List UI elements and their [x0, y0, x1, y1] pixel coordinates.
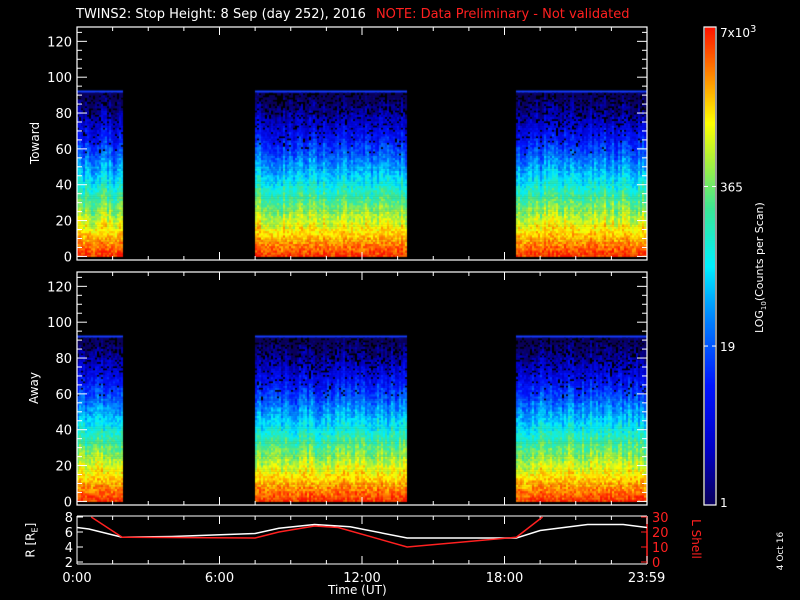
colorbar-tick-label: 365	[720, 180, 743, 194]
lshell-tick-label: 30	[652, 511, 669, 526]
y-tick-label: 80	[55, 352, 72, 367]
y-tick-label: 0	[64, 250, 72, 265]
y-tick-label: 40	[55, 424, 72, 439]
y-tick-label: 40	[55, 179, 72, 194]
axes-layer: 0204060801001200204060801001200:00 6:00 12…	[47, 24, 756, 586]
y-tick-label: 120	[47, 35, 72, 50]
plot-frame-toward	[76, 26, 648, 261]
lshell-tick-label: 0	[652, 556, 660, 571]
y-tick-label: 0	[64, 495, 72, 510]
y-tick-label: 60	[55, 143, 72, 158]
x-tick-label: 6:00	[205, 571, 234, 586]
plot-frame-away	[76, 271, 648, 506]
r-tick-label: 2	[65, 556, 73, 571]
y-tick-label: 100	[47, 316, 72, 331]
r-tick-label: 8	[65, 511, 73, 526]
lshell-tick-label: 10	[652, 541, 669, 556]
lshell-tick-label: 20	[652, 526, 669, 541]
r-tick-label: 4	[65, 541, 73, 556]
colorbar-tick-label: 7x103	[720, 24, 756, 40]
y-tick-label: 20	[55, 460, 72, 475]
y-tick-label: 120	[47, 280, 72, 295]
colorbar-frame	[703, 26, 717, 506]
y-tick-label: 20	[55, 215, 72, 230]
x-tick-label: 18:00	[486, 571, 523, 586]
y-tick-label: 60	[55, 388, 72, 403]
r-tick-label: 6	[65, 526, 73, 541]
series-r	[77, 523, 647, 539]
y-tick-label: 80	[55, 107, 72, 122]
x-tick-label: 23:59	[628, 571, 665, 586]
series-l-shell	[90, 516, 543, 548]
colorbar-tick-label: 19	[720, 340, 735, 354]
colorbar-tick-label: 1	[720, 496, 728, 510]
y-tick-label: 100	[47, 71, 72, 86]
x-tick-label: 12:00	[343, 571, 380, 586]
x-tick-label: 0:00	[62, 571, 91, 586]
